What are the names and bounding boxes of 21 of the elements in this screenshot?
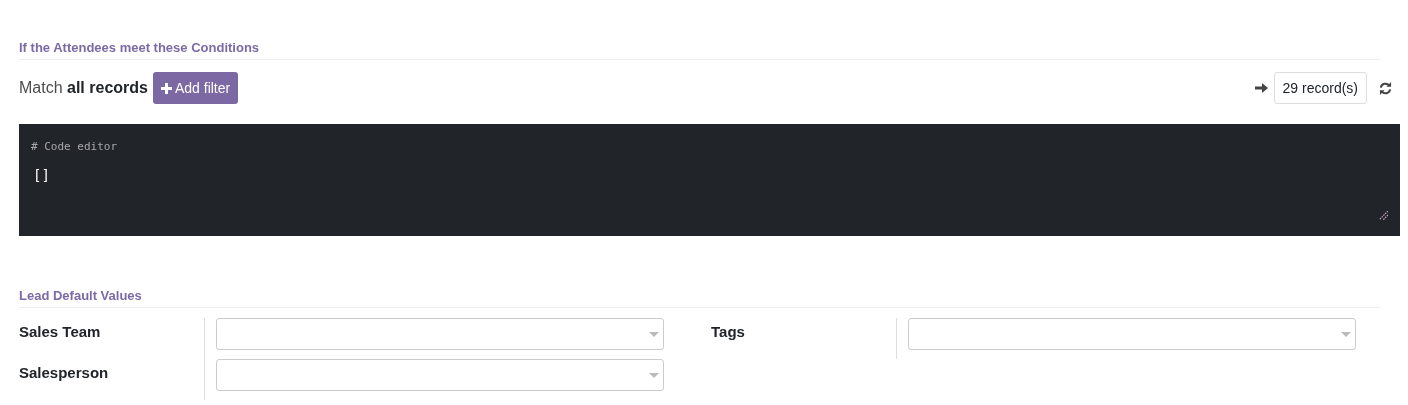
code-comment: # Code editor xyxy=(31,140,119,153)
select-field[interactable] xyxy=(216,318,664,350)
record-count-button[interactable]: 29 record(s) xyxy=(1273,72,1367,104)
section-title: Lead Default Values xyxy=(19,288,1380,308)
section-title: If the Attendees meet these Conditions xyxy=(19,40,1380,60)
code-editor[interactable]: # Code editor [] xyxy=(19,124,1400,236)
code-text: [] xyxy=(33,167,51,183)
refresh-icon[interactable] xyxy=(1379,81,1392,95)
field-label: Salesperson xyxy=(19,359,205,400)
select-field[interactable] xyxy=(216,359,664,391)
field-label: Sales Team xyxy=(19,318,205,359)
caret-icon xyxy=(649,373,659,378)
match-text: Match all records xyxy=(19,79,148,97)
select-field[interactable] xyxy=(908,318,1356,350)
field-label: Tags xyxy=(711,318,897,359)
resize-handle-icon[interactable] xyxy=(1379,211,1388,220)
arrow-right-icon xyxy=(1254,82,1268,94)
caret-icon xyxy=(649,332,659,337)
caret-icon xyxy=(1341,332,1351,337)
add-filter-button[interactable]: Add filter xyxy=(152,72,239,104)
plus-icon xyxy=(160,82,172,94)
